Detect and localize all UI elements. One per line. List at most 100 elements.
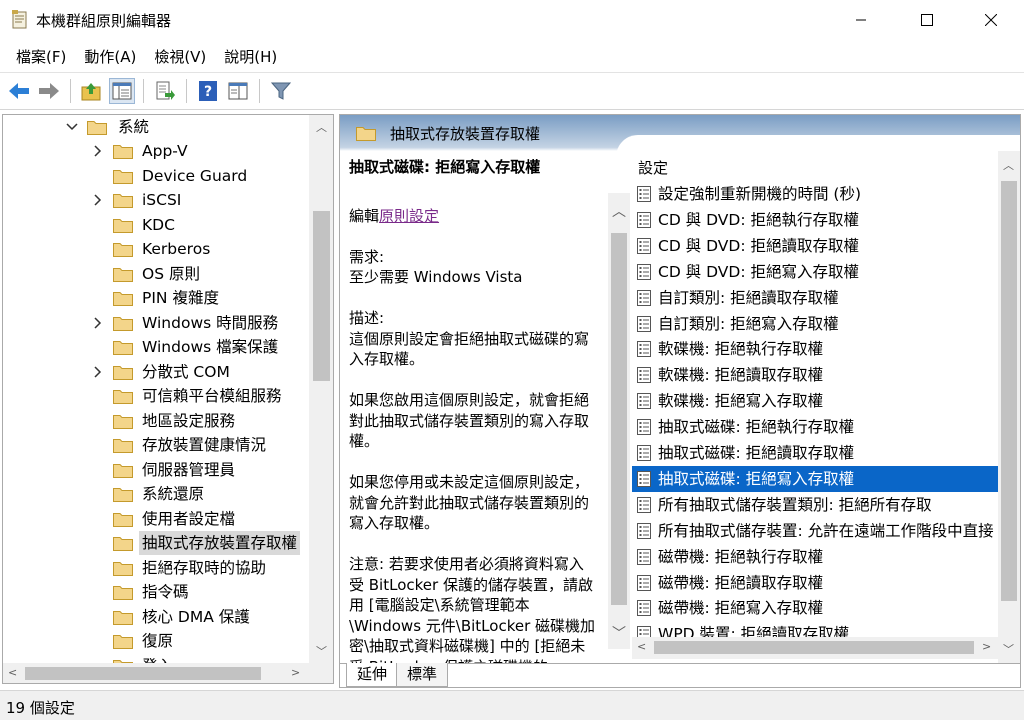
menu-view[interactable]: 檢視(V) (146, 46, 214, 67)
setting-row[interactable]: 所有抽取式儲存裝置類別: 拒絕所有存取 (632, 492, 998, 518)
tree-item[interactable]: 系統還原 (3, 482, 309, 506)
tree-item[interactable]: 使用者設定檔 (3, 507, 309, 531)
scrollbar-thumb[interactable] (25, 667, 261, 680)
tree-item-label: Windows 時間服務 (142, 313, 279, 332)
tree-item[interactable]: 伺服器管理員 (3, 458, 309, 482)
up-level-button[interactable] (79, 78, 105, 104)
details-pane: 抽取式存放裝置存取權 抽取式磁碟: 拒絕寫入存取權 編輯原則設定 需求: 至少需要… (339, 114, 1021, 688)
chevron-right-icon[interactable] (91, 311, 105, 335)
tree-item[interactable]: iSCSI (3, 188, 309, 212)
minimize-button[interactable] (838, 0, 884, 40)
tree-horizontal-scrollbar[interactable]: < > (3, 663, 309, 683)
tree-item[interactable]: 可信賴平台模組服務 (3, 384, 309, 408)
close-button[interactable] (968, 0, 1014, 40)
toolbar: ? (0, 72, 1024, 110)
settings-column-header[interactable]: 設定 (638, 157, 668, 178)
scroll-up-icon[interactable]: ︿ (1003, 157, 1014, 173)
requirement-block: 需求: 至少需要 Windows Vista (349, 247, 598, 288)
chevron-right-icon[interactable] (91, 360, 105, 384)
setting-row[interactable]: 磁帶機: 拒絕讀取存取權 (632, 570, 998, 596)
policy-setting-icon (637, 470, 651, 487)
tree-item[interactable]: 核心 DMA 保護 (3, 605, 309, 629)
settings-vertical-scrollbar[interactable]: ︿ ﹀ (998, 151, 1020, 663)
tree-item[interactable]: Windows 檔案保護 (3, 335, 309, 359)
tree-item[interactable]: 分散式 COM (3, 360, 309, 384)
tree-item[interactable]: 地區設定服務 (3, 409, 309, 433)
scrollbar-thumb[interactable] (313, 211, 330, 381)
policy-settings-link[interactable]: 原則設定 (379, 207, 439, 225)
show-hide-tree-button[interactable] (109, 78, 135, 104)
scroll-up-icon[interactable]: ︿ (612, 201, 626, 221)
back-button[interactable] (6, 78, 32, 104)
tree-item[interactable]: Kerberos (3, 237, 309, 261)
maximize-button[interactable] (904, 0, 950, 40)
scroll-down-icon[interactable]: ﹀ (316, 643, 327, 659)
scroll-right-icon[interactable]: > (291, 666, 300, 679)
scroll-down-icon[interactable]: ﹀ (612, 623, 626, 643)
chevron-right-icon[interactable] (91, 188, 105, 212)
chevron-right-icon[interactable] (91, 139, 105, 163)
folder-icon (113, 169, 133, 184)
scrollbar-thumb[interactable] (611, 233, 627, 605)
scroll-right-icon[interactable]: > (982, 640, 991, 653)
tree-item[interactable]: 登入 (3, 654, 309, 663)
help-icon: ? (199, 81, 217, 101)
forward-button[interactable] (36, 78, 62, 104)
toolbar-separator (143, 79, 144, 103)
tree-item[interactable]: App-V (3, 139, 309, 163)
tree-item[interactable]: 指令碼 (3, 580, 309, 604)
folder-icon (113, 218, 133, 233)
setting-row[interactable]: 軟碟機: 拒絕執行存取權 (632, 336, 998, 362)
setting-row[interactable]: 設定強制重新開機的時間 (秒) (632, 181, 998, 207)
settings-horizontal-scrollbar[interactable]: < > (632, 637, 998, 659)
setting-row[interactable]: 軟碟機: 拒絕讀取存取權 (632, 362, 998, 388)
menu-bar: 檔案(F) 動作(A) 檢視(V) 說明(H) (0, 40, 1024, 72)
scroll-down-icon[interactable]: ﹀ (1003, 641, 1014, 657)
policy-setting-icon (637, 419, 651, 436)
description-scrollbar[interactable]: ︿ ﹀ (608, 193, 630, 649)
tree-item[interactable]: 抽取式存放裝置存取權 (3, 531, 309, 555)
tree-item[interactable]: 存放裝置健康情況 (3, 433, 309, 457)
tree-item[interactable]: Windows 時間服務 (3, 311, 309, 335)
tab-standard[interactable]: 標準 (396, 663, 449, 687)
setting-row[interactable]: 軟碟機: 拒絕寫入存取權 (632, 388, 998, 414)
setting-row[interactable]: 自訂類別: 拒絕寫入存取權 (632, 311, 998, 337)
tree-item[interactable]: 復原 (3, 629, 309, 653)
setting-row[interactable]: 所有抽取式儲存裝置: 允許在遠端工作階段中直接 (632, 518, 998, 544)
filter-button[interactable] (268, 78, 294, 104)
setting-row[interactable]: 自訂類別: 拒絕讀取存取權 (632, 285, 998, 311)
folder-icon (113, 610, 133, 625)
tree-item[interactable]: OS 原則 (3, 262, 309, 286)
tree-item[interactable]: PIN 複雜度 (3, 286, 309, 310)
scrollbar-thumb[interactable] (654, 641, 974, 654)
scroll-up-icon[interactable]: ︿ (316, 119, 327, 135)
setting-row[interactable]: 抽取式磁碟: 拒絕寫入存取權 (632, 465, 998, 492)
scroll-left-icon[interactable]: < (637, 640, 646, 653)
tree-item-system[interactable]: 系統 (3, 115, 309, 139)
tree-item[interactable]: 拒絕存取時的協助 (3, 556, 309, 580)
toolbar-separator (70, 79, 71, 103)
tree-vertical-scrollbar[interactable]: ︿ ﹀ (309, 115, 333, 663)
menu-help[interactable]: 說明(H) (216, 46, 285, 67)
scrollbar-thumb[interactable] (1001, 181, 1017, 601)
scroll-left-icon[interactable]: < (8, 666, 17, 679)
export-list-button[interactable] (152, 78, 178, 104)
tab-extended[interactable]: 延伸 (346, 663, 399, 687)
chevron-down-icon[interactable] (65, 115, 79, 139)
tree-item[interactable]: Device Guard (3, 164, 309, 188)
setting-row[interactable]: 抽取式磁碟: 拒絕讀取存取權 (632, 440, 998, 466)
setting-row[interactable]: 抽取式磁碟: 拒絕執行存取權 (632, 414, 998, 440)
menu-file[interactable]: 檔案(F) (8, 46, 74, 67)
policy-setting-icon (637, 186, 651, 202)
setting-row[interactable]: CD 與 DVD: 拒絕寫入存取權 (632, 259, 998, 285)
setting-row[interactable]: CD 與 DVD: 拒絕執行存取權 (632, 207, 998, 233)
help-button[interactable]: ? (195, 78, 221, 104)
setting-row[interactable]: 磁帶機: 拒絕寫入存取權 (632, 595, 998, 621)
setting-row[interactable]: CD 與 DVD: 拒絕讀取存取權 (632, 233, 998, 259)
tree-item-label: 拒絕存取時的協助 (142, 558, 267, 577)
extended-view-button[interactable] (225, 78, 251, 104)
menu-action[interactable]: 動作(A) (76, 46, 144, 67)
policy-setting-icon (637, 548, 651, 565)
tree-item[interactable]: KDC (3, 213, 309, 237)
setting-row[interactable]: 磁帶機: 拒絕執行存取權 (632, 544, 998, 570)
